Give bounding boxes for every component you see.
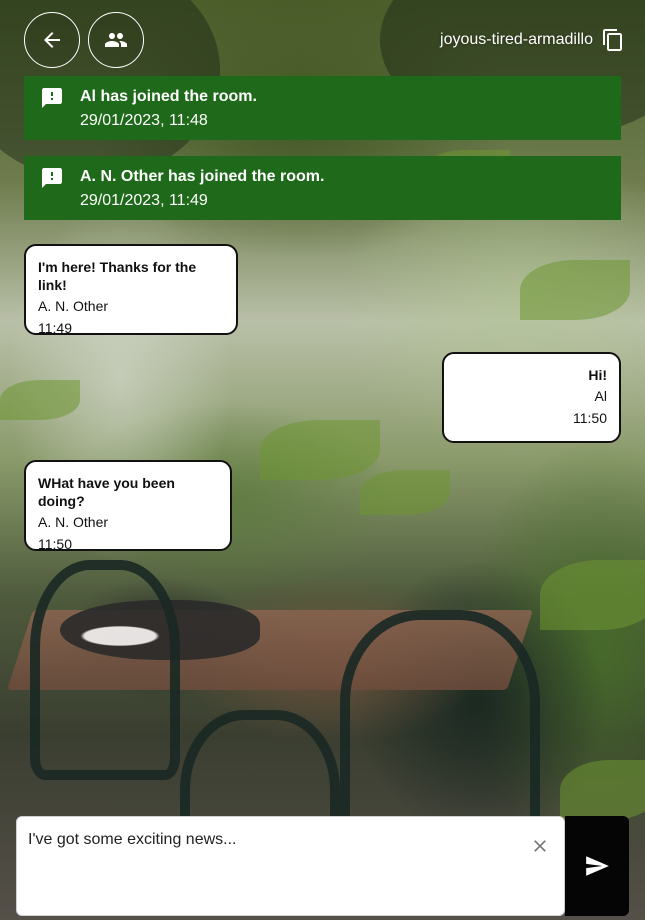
message-text: Hi! <box>588 367 607 383</box>
copy-icon[interactable] <box>601 28 625 52</box>
arrow-left-icon <box>44 32 60 48</box>
message-text: WHat have you been doing? <box>38 475 175 509</box>
notice-timestamp: 29/01/2023, 11:49 <box>80 192 208 209</box>
feedback-chat-icon <box>42 88 62 108</box>
join-notice: A. N. Other has joined the room. 29/01/2… <box>24 156 621 220</box>
feedback-chat-icon <box>42 168 62 188</box>
message-time: 11:50 <box>573 410 607 426</box>
message-input[interactable]: I've got some exciting news... <box>28 831 523 907</box>
close-icon[interactable] <box>530 836 550 856</box>
send-button[interactable] <box>565 816 629 916</box>
message-author: Al <box>594 388 607 404</box>
message-time: 11:49 <box>38 320 72 336</box>
message-author: A. N. Other <box>38 298 109 314</box>
message-composer: I've got some exciting news... <box>16 816 565 916</box>
message-time: 11:50 <box>38 536 72 552</box>
room-name: joyous-tired-armadillo <box>440 31 593 48</box>
message-bubble: I'm here! Thanks for the link! A. N. Oth… <box>24 244 238 336</box>
notice-timestamp: 29/01/2023, 11:48 <box>80 112 208 129</box>
notice-text: Al has joined the room. <box>80 88 257 105</box>
join-notice: Al has joined the room. 29/01/2023, 11:4… <box>24 76 621 140</box>
message-bubble: WHat have you been doing? A. N. Other 11… <box>24 460 232 552</box>
message-bubble-own: Hi! Al 11:50 <box>442 352 621 443</box>
top-bar: joyous-tired-armadillo <box>0 0 645 76</box>
back-button[interactable] <box>24 12 80 68</box>
send-icon <box>586 856 609 876</box>
people-icon <box>105 33 127 47</box>
notice-text: A. N. Other has joined the room. <box>80 168 325 185</box>
message-author: A. N. Other <box>38 514 109 530</box>
message-text: I'm here! Thanks for the link! <box>38 259 197 293</box>
participants-button[interactable] <box>88 12 144 68</box>
